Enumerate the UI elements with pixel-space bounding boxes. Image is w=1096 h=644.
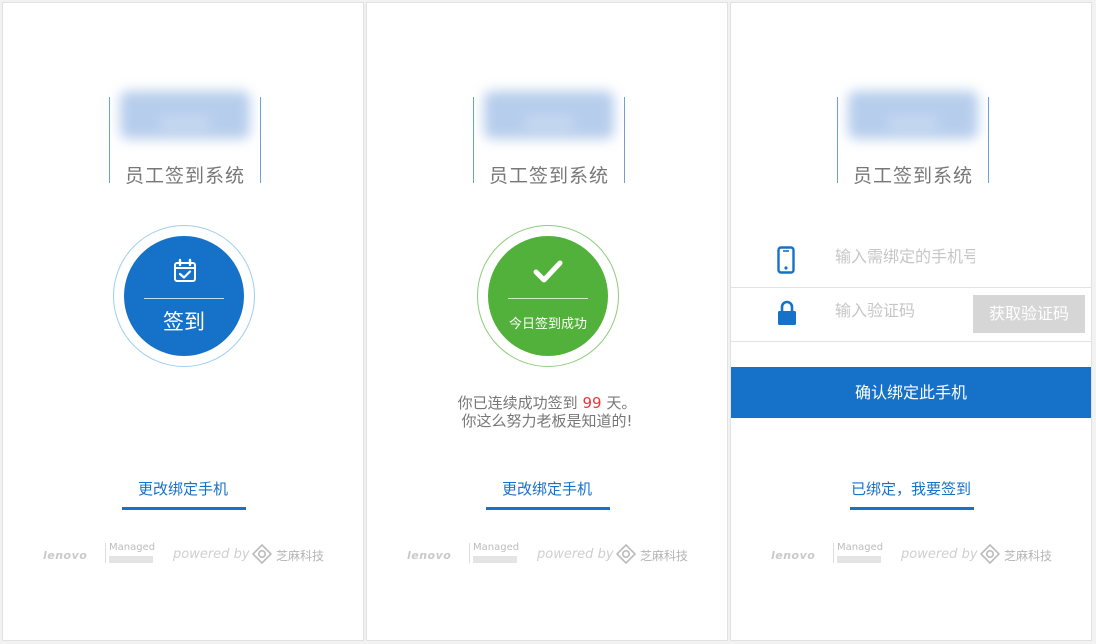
checkin-label: 签到	[163, 310, 205, 334]
managed-logo-bar	[473, 556, 517, 563]
success-panel: 员工签到系统 今日签到成功 你已连续成功签到 99 天。 你这么努力老板是知道的…	[366, 2, 728, 641]
footer: lenovo Managed powered by 芝麻科技	[731, 541, 1091, 567]
powered-by-text: powered by	[537, 547, 614, 562]
powered-by-text: powered by	[901, 547, 978, 562]
system-title: 员工签到系统	[124, 165, 245, 187]
header-box: 员工签到系统	[473, 91, 625, 187]
streak-prefix: 你已连续成功签到	[457, 394, 583, 412]
checkin-panel: 员工签到系统 签到 更改绑定手机 lenovo Managed powered …	[2, 2, 364, 641]
footer-separator	[469, 543, 470, 563]
calendar-check-icon	[174, 258, 196, 282]
footer-separator	[833, 543, 834, 563]
circle-divider	[508, 298, 588, 299]
link-underline	[486, 507, 610, 510]
lenovo-logo: lenovo	[771, 549, 816, 562]
streak-line2: 你这么努力老板是知道的!	[461, 412, 633, 430]
lenovo-logo: lenovo	[43, 549, 88, 562]
bind-phone-panel: 员工签到系统 获取验证码 确认绑定此手机 已绑定，我要签到 lenovo Man…	[730, 2, 1092, 641]
checkmark-icon	[533, 260, 563, 283]
managed-logo: Managed	[473, 542, 520, 553]
zhima-logo-icon	[980, 544, 1000, 564]
header-box: 员工签到系统	[837, 91, 989, 187]
change-phone-link[interactable]: 更改绑定手机	[367, 478, 727, 499]
checkin-button[interactable]: 签到	[124, 236, 244, 356]
streak-line1: 你已连续成功签到 99 天。	[367, 394, 727, 412]
success-ring: 今日签到成功	[477, 225, 619, 367]
phone-row	[731, 233, 1091, 288]
lock-icon	[778, 300, 796, 325]
code-row: 获取验证码	[731, 287, 1091, 342]
footer-separator	[105, 543, 106, 563]
mobile-phone-icon	[777, 246, 795, 274]
managed-logo-bar	[837, 556, 881, 563]
company-logo	[120, 91, 250, 139]
streak-days: 99	[582, 394, 602, 412]
link-underline	[850, 507, 974, 510]
bound-checkin-link[interactable]: 已绑定，我要签到	[731, 478, 1091, 499]
confirm-bind-button[interactable]: 确认绑定此手机	[731, 367, 1091, 418]
success-label: 今日签到成功	[508, 317, 587, 332]
streak-message: 你已连续成功签到 99 天。 你这么努力老板是知道的!	[367, 394, 727, 430]
change-phone-link[interactable]: 更改绑定手机	[3, 478, 363, 499]
header-box: 员工签到系统	[109, 91, 261, 187]
checkin-ring: 签到	[113, 225, 255, 367]
company-logo	[484, 91, 614, 139]
footer: lenovo Managed powered by 芝麻科技	[367, 541, 727, 567]
company-name: 芝麻科技	[276, 549, 325, 563]
company-name: 芝麻科技	[1004, 549, 1053, 563]
success-badge: 今日签到成功	[488, 236, 608, 356]
company-name: 芝麻科技	[640, 549, 689, 563]
streak-suffix: 天。	[601, 394, 637, 412]
link-underline	[122, 507, 246, 510]
managed-logo: Managed	[837, 542, 884, 553]
footer: lenovo Managed powered by 芝麻科技	[3, 541, 363, 567]
powered-by-text: powered by	[173, 547, 250, 562]
managed-logo: Managed	[109, 542, 156, 553]
zhima-logo-icon	[252, 544, 272, 564]
system-title: 员工签到系统	[488, 165, 609, 187]
circle-divider	[144, 298, 224, 299]
company-logo	[848, 91, 978, 139]
phone-input[interactable]	[835, 247, 975, 266]
lenovo-logo: lenovo	[407, 549, 452, 562]
get-code-button[interactable]: 获取验证码	[973, 295, 1085, 333]
zhima-logo-icon	[616, 544, 636, 564]
code-input[interactable]	[835, 301, 975, 320]
managed-logo-bar	[109, 556, 153, 563]
system-title: 员工签到系统	[852, 165, 973, 187]
